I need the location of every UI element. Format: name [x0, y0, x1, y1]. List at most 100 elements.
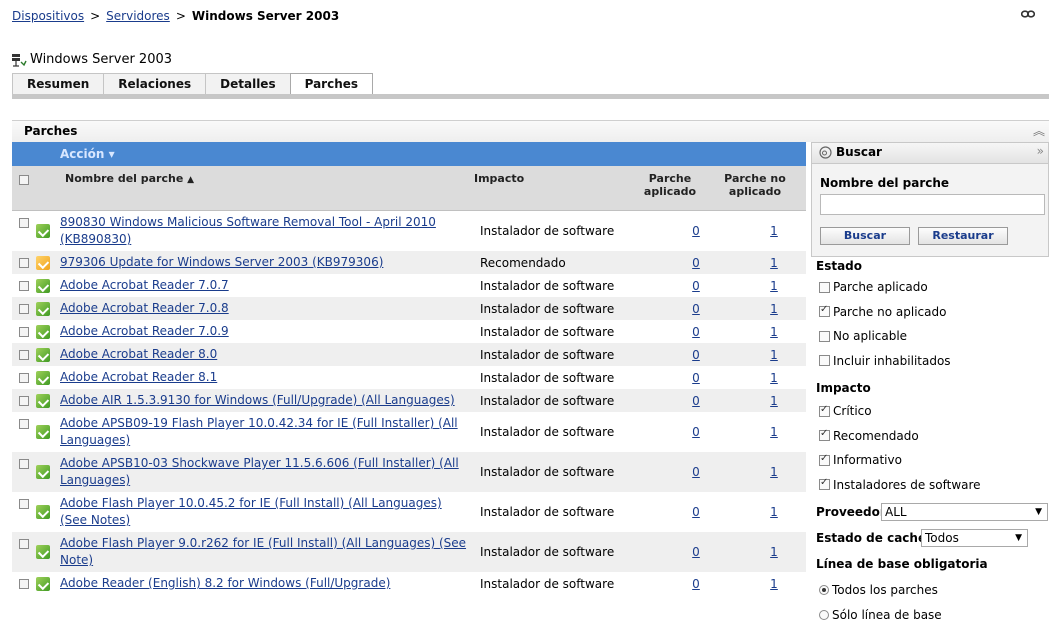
- patch-name-input[interactable]: [820, 194, 1045, 215]
- patch-name-label: Nombre del parche: [820, 176, 950, 190]
- applied-count-link[interactable]: 0: [692, 224, 700, 238]
- checkbox-option[interactable]: Recomendado: [819, 428, 919, 443]
- not-applied-count-link[interactable]: 1: [770, 394, 778, 408]
- patch-name-link[interactable]: Adobe Acrobat Reader 8.1: [60, 370, 217, 384]
- patch-name-link[interactable]: Adobe Acrobat Reader 7.0.9: [60, 324, 229, 338]
- applied-count-link[interactable]: 0: [692, 577, 700, 591]
- checkbox[interactable]: [819, 477, 830, 490]
- expand-right-icon[interactable]: »: [1037, 144, 1044, 158]
- row-checkbox[interactable]: [19, 258, 29, 268]
- row-checkbox[interactable]: [19, 304, 29, 314]
- tab-detalles[interactable]: Detalles: [205, 73, 291, 94]
- patch-name-link[interactable]: Adobe APSB10-03 Shockwave Player 11.5.6.…: [60, 456, 459, 487]
- not-applied-count-link[interactable]: 1: [770, 505, 778, 519]
- not-applied-count-link[interactable]: 1: [770, 425, 778, 439]
- collapse-up-icon[interactable]: ︽: [1033, 122, 1045, 139]
- row-checkbox[interactable]: [19, 281, 29, 291]
- breadcrumb-dispositivos-link[interactable]: Dispositivos: [12, 9, 84, 23]
- applied-count-link[interactable]: 0: [692, 505, 700, 519]
- column-header-applied[interactable]: Parche aplicado: [638, 172, 702, 198]
- checkbox-option[interactable]: Instaladores de software: [819, 477, 981, 492]
- not-applied-count-link[interactable]: 1: [770, 224, 778, 238]
- radio-button[interactable]: [819, 609, 829, 620]
- applied-count-link[interactable]: 0: [692, 256, 700, 270]
- not-applied-count-link[interactable]: 1: [770, 302, 778, 316]
- reset-button[interactable]: Restaurar: [918, 227, 1008, 245]
- not-applied-count-link[interactable]: 1: [770, 545, 778, 559]
- applied-count-link[interactable]: 0: [692, 348, 700, 362]
- applied-count-link[interactable]: 0: [692, 371, 700, 385]
- checkbox-option[interactable]: Incluir inhabilitados: [819, 354, 951, 368]
- checkbox-option[interactable]: No aplicable: [819, 329, 907, 343]
- radio-option[interactable]: Todos los parches: [819, 583, 938, 597]
- checkbox[interactable]: [819, 355, 830, 366]
- applied-count-link[interactable]: 0: [692, 325, 700, 339]
- checkbox[interactable]: [819, 404, 830, 417]
- proveedor-select[interactable]: ALL ▼: [881, 503, 1048, 521]
- column-header-impact[interactable]: Impacto: [474, 172, 524, 185]
- row-checkbox[interactable]: [19, 396, 29, 406]
- applied-count-link[interactable]: 0: [692, 302, 700, 316]
- checkbox-option[interactable]: Parche aplicado: [819, 280, 928, 294]
- not-applied-count-link[interactable]: 1: [770, 256, 778, 270]
- cache-select[interactable]: Todos ▼: [921, 529, 1028, 547]
- checkbox-option[interactable]: Parche no aplicado: [819, 304, 946, 319]
- patch-name-link[interactable]: Adobe Acrobat Reader 7.0.7: [60, 278, 229, 292]
- not-applied-count-link[interactable]: 1: [770, 371, 778, 385]
- link-icon[interactable]: [1021, 10, 1035, 18]
- patch-icon: [36, 425, 50, 440]
- search-button[interactable]: Buscar: [820, 227, 910, 245]
- select-all-checkbox[interactable]: [19, 175, 29, 185]
- row-checkbox[interactable]: [19, 419, 29, 429]
- applied-count-link[interactable]: 0: [692, 394, 700, 408]
- patch-impact: Instalador de software: [480, 576, 615, 591]
- applied-count-link[interactable]: 0: [692, 465, 700, 479]
- patch-name-link[interactable]: Adobe Flash Player 9.0.r262 for IE (Full…: [60, 536, 466, 567]
- checkbox[interactable]: [819, 453, 830, 466]
- row-checkbox[interactable]: [19, 218, 29, 228]
- radio-option[interactable]: Sólo línea de base: [819, 608, 942, 622]
- row-checkbox[interactable]: [19, 459, 29, 469]
- patch-name-link[interactable]: Adobe AIR 1.5.3.9130 for Windows (Full/U…: [60, 393, 455, 407]
- not-applied-count-link[interactable]: 1: [770, 279, 778, 293]
- checkbox-option[interactable]: Crítico: [819, 404, 872, 418]
- patch-impact: Instalador de software: [480, 301, 615, 316]
- not-applied-count-link[interactable]: 1: [770, 348, 778, 362]
- table-row: Adobe APSB09-19 Flash Player 10.0.42.34 …: [12, 412, 806, 452]
- patch-icon: [36, 347, 50, 362]
- patch-name-link[interactable]: Adobe APSB09-19 Flash Player 10.0.42.34 …: [60, 416, 458, 447]
- applied-count-link[interactable]: 0: [692, 279, 700, 293]
- column-header-not-applied[interactable]: Parche no aplicado: [723, 172, 787, 198]
- checkbox[interactable]: [819, 304, 830, 317]
- patch-name-link[interactable]: Adobe Reader (English) 8.2 for Windows (…: [60, 576, 390, 590]
- patch-name-link[interactable]: Adobe Flash Player 10.0.45.2 for IE (Ful…: [60, 496, 442, 527]
- not-applied-count-link[interactable]: 1: [770, 325, 778, 339]
- patch-name-link[interactable]: Adobe Acrobat Reader 8.0: [60, 347, 217, 361]
- row-checkbox[interactable]: [19, 499, 29, 509]
- tab-resumen[interactable]: Resumen: [12, 73, 105, 94]
- row-checkbox[interactable]: [19, 350, 29, 360]
- checkbox-option[interactable]: Informativo: [819, 453, 902, 467]
- checkbox[interactable]: [819, 428, 830, 441]
- applied-count-link[interactable]: 0: [692, 545, 700, 559]
- not-applied-count-link[interactable]: 1: [770, 577, 778, 591]
- action-menu[interactable]: Acción ▾: [12, 142, 806, 166]
- column-header-name[interactable]: Nombre del parche ▲: [65, 172, 194, 185]
- applied-count-link[interactable]: 0: [692, 425, 700, 439]
- patch-name-link[interactable]: 890830 Windows Malicious Software Remova…: [60, 215, 436, 246]
- patch-name-link[interactable]: Adobe Acrobat Reader 7.0.8: [60, 301, 229, 315]
- checkbox[interactable]: [819, 281, 830, 293]
- row-checkbox[interactable]: [19, 327, 29, 337]
- row-checkbox[interactable]: [19, 579, 29, 589]
- row-checkbox[interactable]: [19, 373, 29, 383]
- breadcrumb-separator: >: [90, 9, 101, 23]
- breadcrumb-servidores-link[interactable]: Servidores: [106, 9, 170, 23]
- not-applied-count-link[interactable]: 1: [770, 465, 778, 479]
- row-checkbox[interactable]: [19, 539, 29, 549]
- checkbox[interactable]: [819, 330, 830, 342]
- radio-button[interactable]: [819, 585, 829, 595]
- tab-parches[interactable]: Parches: [289, 73, 374, 94]
- patch-name-link[interactable]: 979306 Update for Windows Server 2003 (K…: [60, 255, 383, 269]
- tab-relaciones[interactable]: Relaciones: [103, 73, 207, 94]
- patch-table: Acción ▾ Nombre del parche ▲ Impacto Par…: [12, 142, 806, 626]
